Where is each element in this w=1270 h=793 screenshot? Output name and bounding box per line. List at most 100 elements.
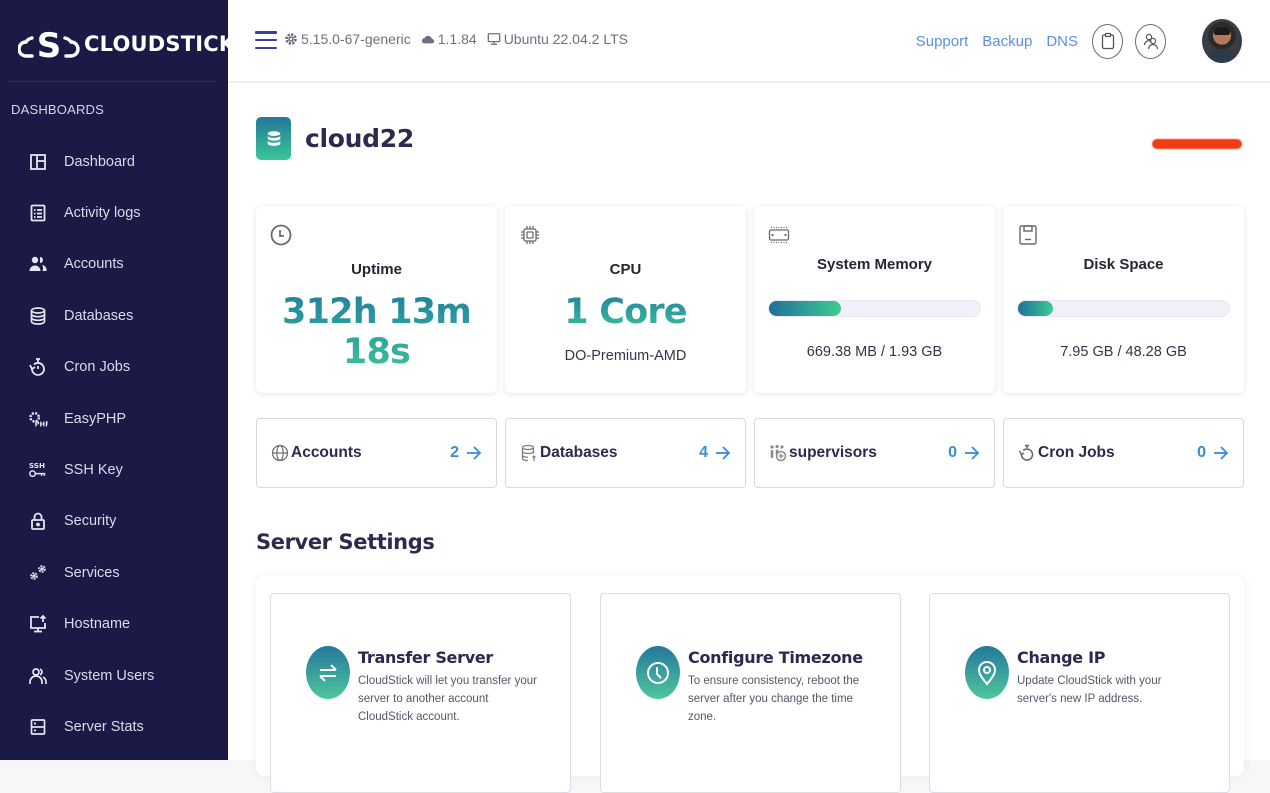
sidebar-item-cron-jobs[interactable]: Cron Jobs (0, 342, 228, 393)
arrow-right-icon (964, 445, 980, 461)
count-label: supervisors (789, 444, 948, 462)
memory-title: System Memory (754, 256, 995, 273)
sidebar-item-label: Cron Jobs (64, 359, 130, 375)
change-ip-card[interactable]: Change IP Update CloudStick with your se… (929, 593, 1230, 793)
menu-toggle-icon[interactable] (255, 31, 277, 49)
agent-info: 1.1.84 (421, 31, 477, 47)
card-description: CloudStick will let you transfer your se… (358, 672, 543, 726)
os-info: Ubuntu 22.04.2 LTS (487, 31, 628, 47)
sidebar-item-activity-logs[interactable]: Activity logs (0, 187, 228, 238)
system-info: 5.15.0-67-generic 1.1.84 Ubuntu 22.04.2 … (284, 31, 628, 47)
monitor-icon (487, 32, 501, 46)
accounts-count-card[interactable]: Accounts 2 (256, 418, 497, 488)
os-version: Ubuntu 22.04.2 LTS (504, 31, 628, 47)
user-avatar[interactable] (1202, 19, 1242, 63)
dns-link[interactable]: DNS (1046, 33, 1078, 50)
disk-icon (1017, 224, 1039, 246)
cloudstick-logo-icon: S (18, 26, 80, 62)
count-label: Accounts (291, 444, 450, 462)
brand-name: CLOUDSTICK (84, 32, 235, 56)
support-link[interactable]: Support (916, 33, 969, 50)
disk-progress-bar (1017, 300, 1230, 317)
sidebar-item-databases[interactable]: Databases (0, 290, 228, 341)
card-title: Change IP (1017, 648, 1105, 667)
sidebar-item-server-stats[interactable]: Server Stats (0, 701, 228, 752)
database-icon (520, 444, 538, 462)
server-header: cloud22 (256, 117, 414, 160)
stopwatch-icon (26, 355, 50, 379)
sidebar-item-system-users[interactable]: System Users (0, 650, 228, 701)
server-icon (26, 715, 50, 739)
sidebar-item-dashboard[interactable]: Dashboard (0, 136, 228, 187)
clipboard-icon (1100, 32, 1116, 50)
sidebar-item-label: Server Stats (64, 719, 144, 735)
layout-icon (26, 150, 50, 174)
sidebar-item-label: Dashboard (64, 154, 135, 170)
memory-progress-bar (768, 300, 981, 317)
sidebar-item-label: Accounts (64, 256, 124, 272)
list-icon (26, 201, 50, 225)
count-value: 0 (948, 444, 957, 462)
count-value: 2 (450, 444, 459, 462)
users-icon (26, 252, 50, 276)
card-description: To ensure consistency, reboot the server… (688, 672, 873, 726)
disk-title: Disk Space (1003, 256, 1244, 273)
cpu-card: CPU 1 Core DO-Premium-AMD (505, 206, 746, 393)
card-title: Configure Timezone (688, 648, 863, 667)
globe-icon (271, 444, 289, 462)
databases-count-card[interactable]: Databases 4 (505, 418, 746, 488)
disk-progress-fill (1018, 301, 1053, 316)
sidebar-item-easyphp[interactable]: PHP EasyPHP (0, 393, 228, 444)
backup-link[interactable]: Backup (982, 33, 1032, 50)
sidebar-item-security[interactable]: Security (0, 496, 228, 547)
user-group-icon (26, 664, 50, 688)
disk-card: Disk Space 7.95 GB / 48.28 GB (1003, 206, 1244, 393)
card-title: Transfer Server (358, 648, 493, 667)
sidebar-item-label: EasyPHP (64, 411, 126, 427)
transfer-server-card[interactable]: Transfer Server CloudStick will let you … (270, 593, 571, 793)
lock-icon (26, 509, 50, 533)
card-description: Update CloudStick with your server's new… (1017, 672, 1202, 708)
kernel-version: 5.15.0-67-generic (301, 31, 411, 47)
user-switch-icon (1143, 32, 1159, 50)
clipboard-button[interactable] (1092, 24, 1123, 59)
cpu-value: 1 Core (505, 292, 746, 332)
counts-row: Accounts 2 Databases 4 supervisors 0 Cro… (256, 418, 1244, 488)
cpu-model: DO-Premium-AMD (505, 348, 746, 364)
location-pin-icon (965, 646, 1009, 699)
gear-icon (284, 32, 298, 46)
sidebar-nav: Dashboard Activity logs Accounts Databas… (0, 136, 228, 753)
clock-icon (270, 224, 292, 246)
sidebar-item-label: Security (64, 513, 116, 529)
supervisors-icon (769, 444, 787, 462)
sidebar-item-hostname[interactable]: Hostname (0, 599, 228, 650)
database-icon (26, 304, 50, 328)
uptime-card: Uptime 312h 13m 18s (256, 206, 497, 393)
sidebar-item-label: Services (64, 565, 120, 581)
transfer-icon (306, 646, 350, 699)
brand-logo[interactable]: S CLOUDSTICK (18, 24, 235, 64)
configure-timezone-card[interactable]: Configure Timezone To ensure consistency… (600, 593, 901, 793)
count-value: 4 (699, 444, 708, 462)
uptime-title: Uptime (256, 261, 497, 278)
cron-jobs-count-card[interactable]: Cron Jobs 0 (1003, 418, 1244, 488)
memory-progress-fill (769, 301, 841, 316)
supervisors-count-card[interactable]: supervisors 0 (754, 418, 995, 488)
uptime-value: 312h 13m 18s (256, 292, 497, 372)
sidebar-item-label: System Users (64, 668, 154, 684)
sidebar-item-services[interactable]: Services (0, 547, 228, 598)
server-database-icon (256, 117, 291, 160)
user-switch-button[interactable] (1135, 24, 1166, 59)
disk-usage: 7.95 GB / 48.28 GB (1003, 344, 1244, 360)
memory-card: System Memory 669.38 MB / 1.93 GB (754, 206, 995, 393)
count-value: 0 (1197, 444, 1206, 462)
arrow-right-icon (715, 445, 731, 461)
monitor-upload-icon (26, 612, 50, 636)
sidebar-item-accounts[interactable]: Accounts (0, 239, 228, 290)
php-gear-icon: PHP (26, 407, 50, 431)
main-content: cloud22 Uptime 312h 13m 18s CPU 1 Core D… (228, 83, 1270, 760)
kernel-info: 5.15.0-67-generic (284, 31, 411, 47)
sidebar-item-ssh-key[interactable]: SSH SSH Key (0, 444, 228, 495)
memory-icon (768, 224, 790, 246)
sidebar-item-label: SSH Key (64, 462, 123, 478)
